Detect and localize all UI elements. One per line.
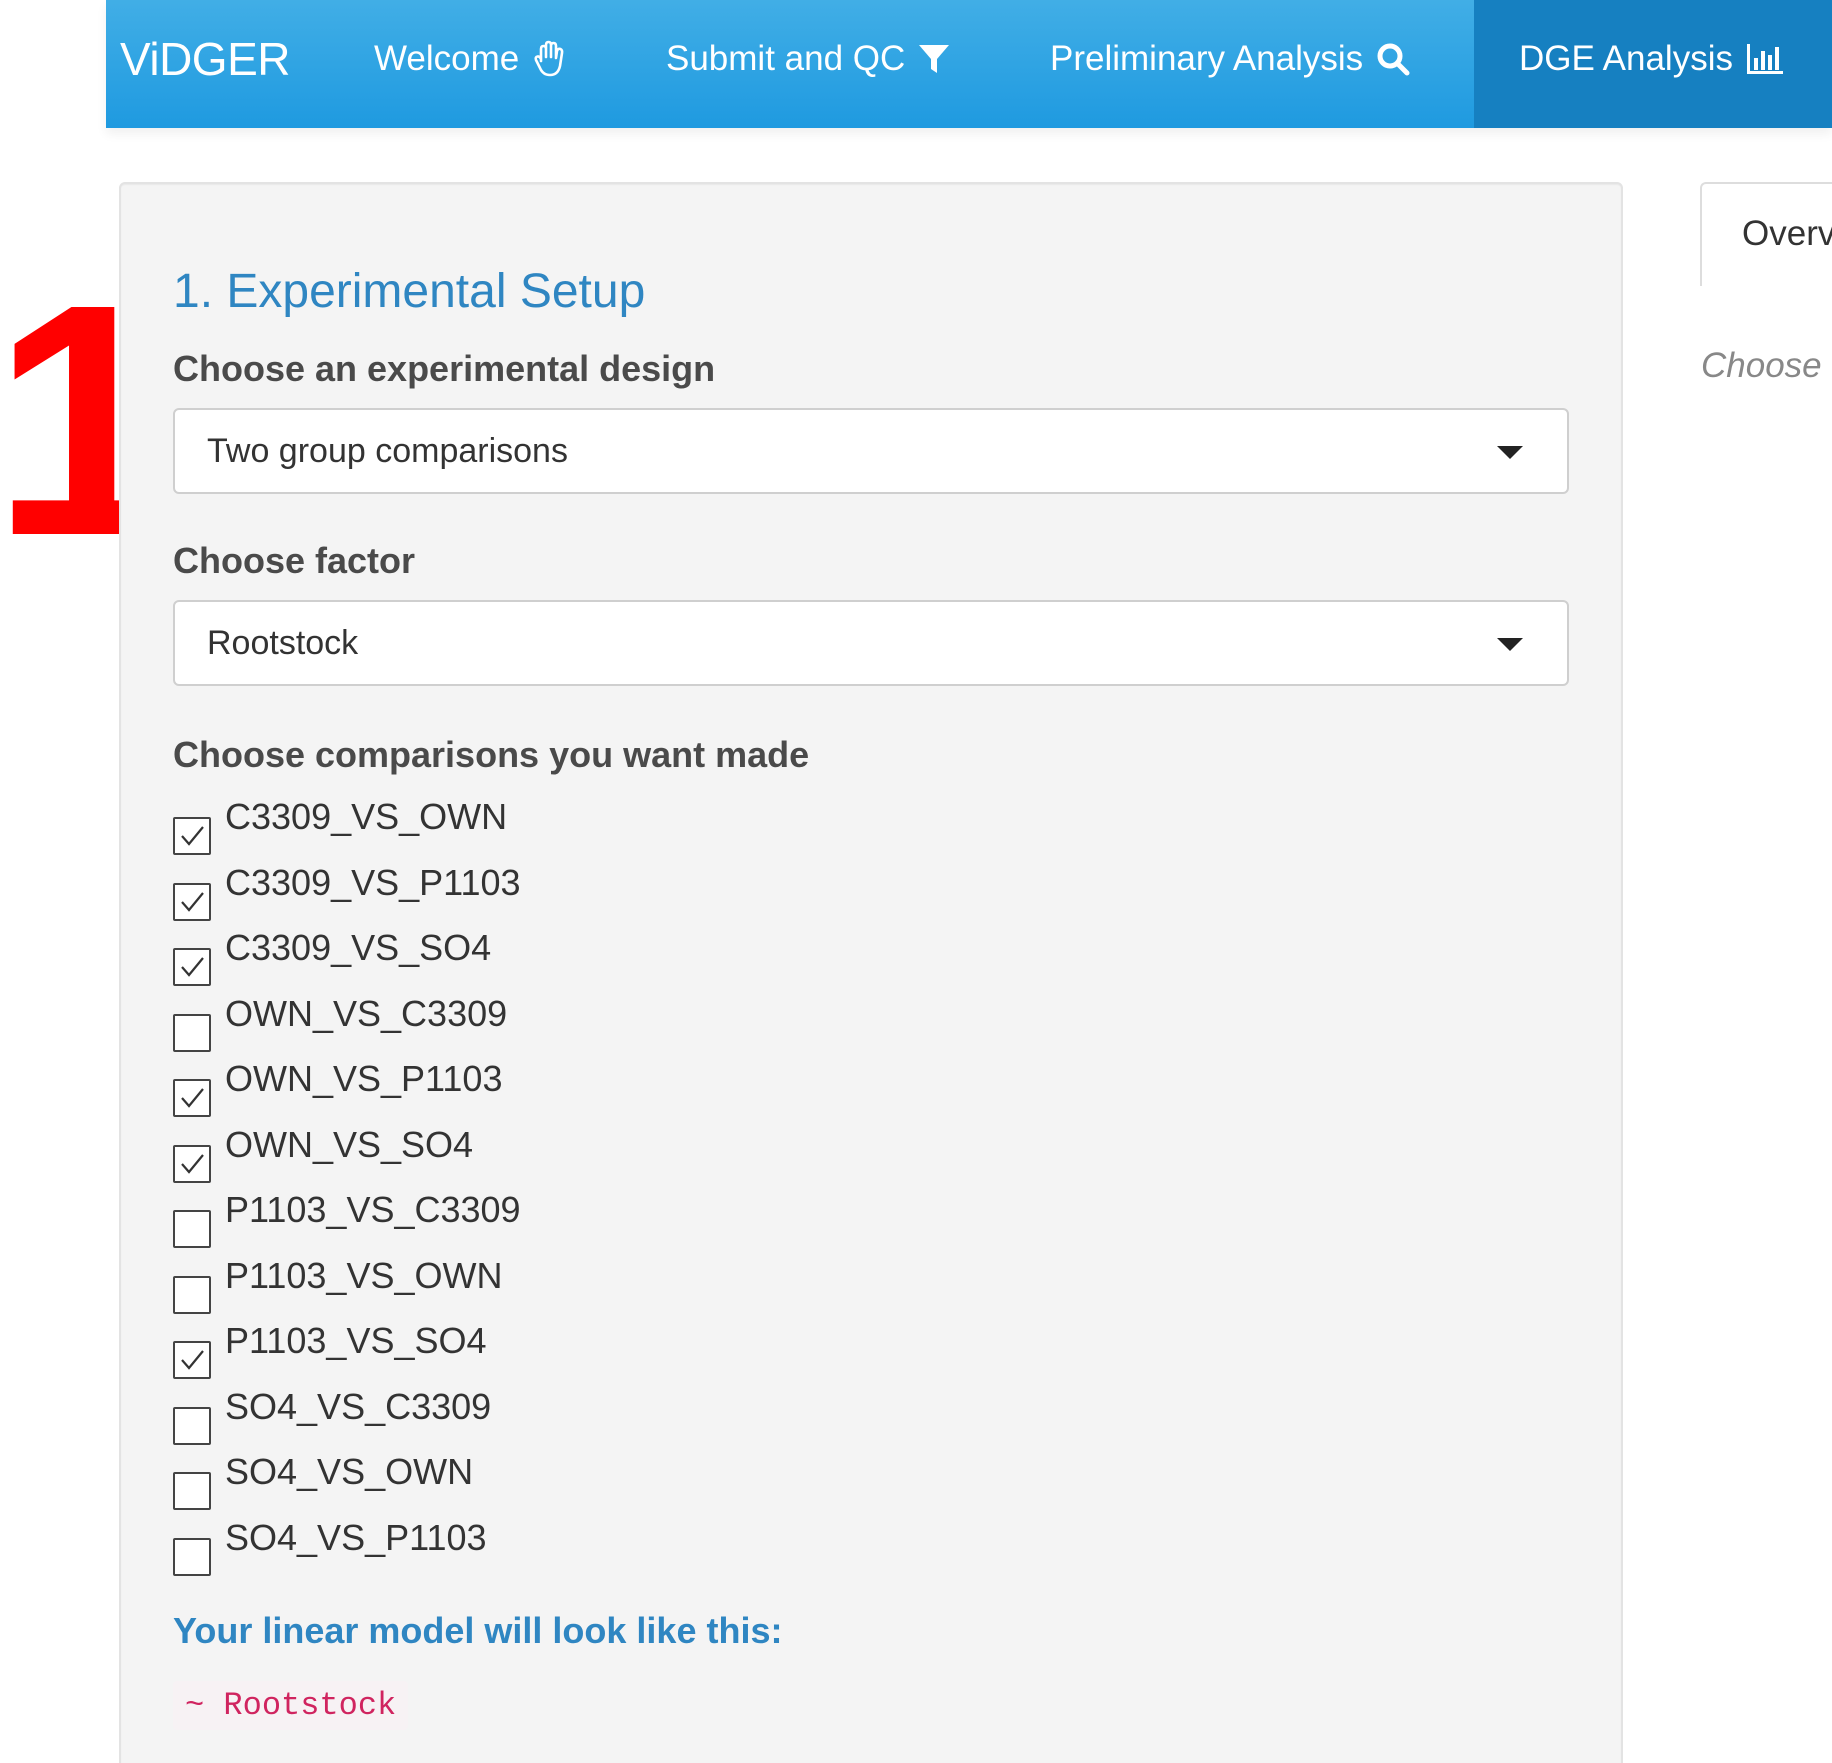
linear-model-formula: ~ Rootstock bbox=[173, 1681, 409, 1730]
section-title: 1. Experimental Setup bbox=[173, 265, 646, 318]
design-label: Choose an experimental design bbox=[173, 348, 716, 389]
checkmark-icon bbox=[181, 1153, 204, 1174]
comparison-option[interactable]: SO4_VS_C3309 bbox=[173, 1386, 1073, 1452]
comparison-checkbox[interactable] bbox=[173, 1537, 211, 1576]
comparison-checkbox[interactable] bbox=[173, 1079, 211, 1117]
comparison-label: OWN_VS_SO4 bbox=[225, 1123, 474, 1165]
nav-welcome-label: Welcome bbox=[374, 39, 520, 78]
comparison-label: OWN_VS_P1103 bbox=[225, 1058, 503, 1099]
comparison-option[interactable]: P1103_VS_C3309 bbox=[173, 1189, 1073, 1255]
top-navbar: ViDGER Welcome Submit and QC Preliminary… bbox=[106, 0, 1832, 128]
comparison-option[interactable]: OWN_VS_C3309 bbox=[173, 993, 1073, 1059]
checkmark-icon bbox=[181, 1088, 204, 1108]
nav-submit-qc-label: Submit and QC bbox=[666, 39, 906, 78]
comparison-label: SO4_VS_OWN bbox=[225, 1451, 474, 1492]
comparison-label: OWN_VS_C3309 bbox=[225, 992, 508, 1034]
checkmark-icon bbox=[181, 1350, 204, 1370]
comparison-checkbox[interactable] bbox=[173, 1341, 211, 1379]
nav-preliminary-analysis-label: Preliminary Analysis bbox=[1050, 39, 1364, 78]
comparison-label: C3309_VS_SO4 bbox=[225, 927, 492, 968]
comparison-label: P1103_VS_SO4 bbox=[225, 1320, 487, 1361]
experimental-setup-panel: 1. Experimental Setup Choose an experime… bbox=[119, 182, 1623, 1763]
comparison-label: C3309_VS_OWN bbox=[225, 796, 508, 837]
comparison-label: P1103_VS_C3309 bbox=[225, 1189, 521, 1230]
comparison-checkbox[interactable] bbox=[173, 1275, 211, 1314]
app-brand[interactable]: ViDGER bbox=[120, 0, 290, 118]
comparison-option[interactable]: C3309_VS_SO4 bbox=[173, 927, 1073, 993]
checkmark-icon bbox=[181, 826, 204, 846]
tab-overview[interactable]: Overv bbox=[1700, 182, 1832, 286]
comparisons-label: Choose comparisons you want made bbox=[173, 734, 810, 775]
factor-select[interactable]: Rootstock bbox=[173, 600, 1569, 686]
nav-dge-analysis-label: DGE Analysis bbox=[1519, 39, 1733, 78]
comparison-option[interactable]: SO4_VS_OWN bbox=[173, 1451, 1073, 1517]
factor-label: Choose factor bbox=[173, 540, 416, 581]
comparison-option[interactable]: OWN_VS_SO4 bbox=[173, 1124, 1073, 1190]
comparison-checkbox[interactable] bbox=[173, 817, 211, 855]
comparison-checkbox[interactable] bbox=[173, 1406, 211, 1445]
comparisons-checklist: C3309_VS_OWN C3309_VS_P1103 C3309_VS_SO4 OW… bbox=[173, 796, 1073, 1582]
design-select-value: Two group comparisons bbox=[207, 432, 568, 470]
filter-icon bbox=[917, 42, 951, 76]
comparison-option[interactable]: P1103_VS_SO4 bbox=[173, 1320, 1073, 1386]
linear-model-label: Your linear model will look like this: bbox=[173, 1610, 783, 1651]
comparison-label: C3309_VS_P1103 bbox=[225, 861, 521, 903]
comparison-checkbox[interactable] bbox=[173, 1144, 211, 1183]
comparison-option[interactable]: SO4_VS_P1103 bbox=[173, 1517, 1073, 1583]
comparison-checkbox[interactable] bbox=[173, 1210, 211, 1248]
comparison-checkbox[interactable] bbox=[173, 882, 211, 921]
hand-wave-icon bbox=[531, 39, 571, 79]
comparison-label: SO4_VS_P1103 bbox=[225, 1516, 487, 1558]
checkmark-icon bbox=[181, 957, 204, 977]
nav-preliminary-analysis[interactable]: Preliminary Analysis bbox=[1050, 0, 1411, 128]
comparison-option[interactable]: OWN_VS_P1103 bbox=[173, 1058, 1073, 1124]
nav-submit-qc[interactable]: Submit and QC bbox=[666, 0, 951, 128]
chevron-down-icon bbox=[1497, 446, 1523, 459]
comparison-label: SO4_VS_C3309 bbox=[225, 1385, 492, 1427]
factor-select-value: Rootstock bbox=[207, 624, 359, 662]
nav-dge-analysis[interactable]: DGE Analysis bbox=[1474, 0, 1832, 128]
chevron-down-icon bbox=[1497, 638, 1523, 651]
comparison-option[interactable]: C3309_VS_P1103 bbox=[173, 862, 1073, 928]
comparison-option[interactable]: P1103_VS_OWN bbox=[173, 1255, 1073, 1321]
right-panel-hint: Choose bbox=[1701, 346, 1822, 385]
comparison-checkbox[interactable] bbox=[173, 1013, 211, 1052]
nav-welcome[interactable]: Welcome bbox=[374, 0, 571, 128]
comparison-checkbox[interactable] bbox=[173, 948, 211, 986]
comparison-checkbox[interactable] bbox=[173, 1472, 211, 1510]
checkmark-icon bbox=[181, 891, 204, 912]
comparison-option[interactable]: C3309_VS_OWN bbox=[173, 796, 1073, 862]
comparison-label: P1103_VS_OWN bbox=[225, 1254, 503, 1296]
bar-chart-icon bbox=[1745, 42, 1785, 76]
experimental-design-select[interactable]: Two group comparisons bbox=[173, 408, 1569, 494]
tab-overview-label: Overv bbox=[1742, 214, 1832, 253]
search-icon bbox=[1375, 41, 1411, 77]
